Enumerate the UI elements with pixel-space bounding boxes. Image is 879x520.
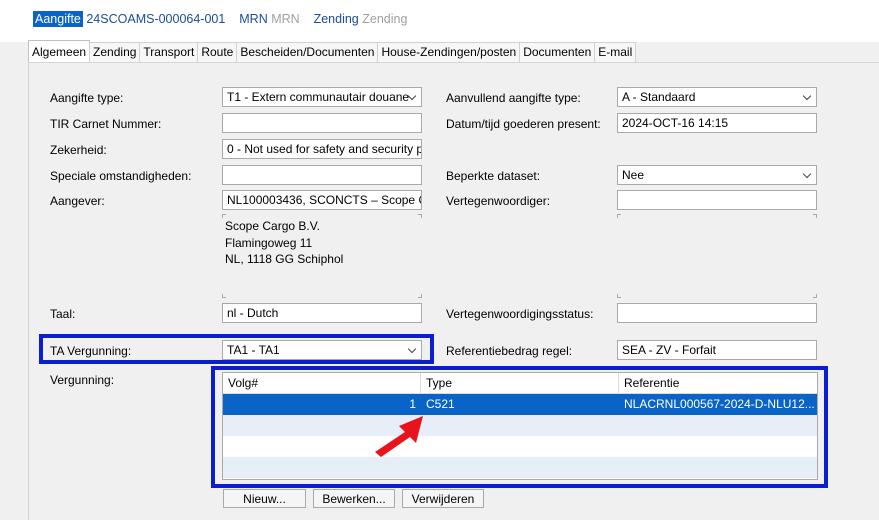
beperkte-select[interactable]: Nee xyxy=(617,165,817,185)
red-arrow-icon xyxy=(375,416,423,457)
address-corner-br xyxy=(418,294,422,298)
address-line: NL, 1118 GG Schiphol xyxy=(225,252,344,266)
datum-label: Datum/tijd goederen present: xyxy=(446,117,601,131)
rep-corner-tr xyxy=(813,214,817,218)
tab-algemeen[interactable]: Algemeen xyxy=(28,40,91,62)
column-referentie[interactable]: Referentie xyxy=(619,373,817,393)
aangever-address: Scope Cargo B.V. Flamingoweg 11 NL, 1118… xyxy=(225,218,343,268)
vstatus-input[interactable] xyxy=(617,303,817,323)
zekerheid-input[interactable]: 0 - Not used for safety and security pur… xyxy=(222,139,422,159)
aangever-label: Aangever: xyxy=(50,194,105,208)
tab-transport[interactable]: Transport xyxy=(139,42,199,62)
address-line: Scope Cargo B.V. xyxy=(225,219,320,233)
empty-row xyxy=(223,415,817,436)
column-volg[interactable]: Volg# xyxy=(223,373,421,393)
table-row[interactable]: 1 C521 NLACRNL000567-2024-D-NLU12... xyxy=(223,394,817,415)
empty-row xyxy=(223,436,817,457)
aangifte-type-label: Aangifte type: xyxy=(50,91,124,105)
taal-label: Taal: xyxy=(50,307,76,321)
tab-house-zendingen[interactable]: House-Zendingen/posten xyxy=(377,42,521,62)
rep-corner-br xyxy=(813,294,817,298)
beperkte-label: Beperkte dataset: xyxy=(446,169,541,183)
speciale-input[interactable] xyxy=(222,165,422,185)
address-corner-bl xyxy=(222,294,226,298)
breadcrumb: Aangifte 24SCOAMS-000064-001 MRN MRN Zen… xyxy=(33,11,408,27)
rep-corner-tl xyxy=(617,214,621,218)
ta-vergunning-label: TA Vergunning: xyxy=(50,344,132,358)
zekerheid-label: Zekerheid: xyxy=(50,143,107,157)
cell-volg: 1 xyxy=(409,397,416,411)
tab-email[interactable]: E-mail xyxy=(594,42,637,62)
tab-documenten[interactable]: Documenten xyxy=(519,42,596,62)
aanvullend-label: Aanvullend aangifte type: xyxy=(446,91,581,105)
grid-header: Volg# Type Referentie xyxy=(223,373,817,394)
vstatus-label: Vertegenwoordigingsstatus: xyxy=(446,307,594,321)
empty-row xyxy=(223,457,817,478)
address-line: Flamingoweg 11 xyxy=(225,235,313,250)
tir-label: TIR Carnet Nummer: xyxy=(50,117,162,131)
address-corner-tr xyxy=(418,214,422,218)
ta-vergunning-select[interactable]: TA1 - TA1 xyxy=(222,340,422,360)
vertegenwoordiger-label: Vertegenwoordiger: xyxy=(446,194,551,208)
tab-zending[interactable]: Zending xyxy=(89,42,141,62)
aangever-input[interactable]: NL100003436, SCONCTS – Scope Cargo B.V. xyxy=(222,190,422,210)
nieuw-button[interactable]: Nieuw... xyxy=(223,489,306,508)
cell-type: C521 xyxy=(426,397,455,411)
vergunning-label: Vergunning: xyxy=(50,373,115,387)
aangifte-label[interactable]: Aangifte xyxy=(33,11,83,27)
aangifte-type-select[interactable]: T1 - Extern communautair douane xyxy=(222,87,422,107)
vergunning-grid: Volg# Type Referentie 1 C521 NLACRNL0005… xyxy=(222,372,818,480)
zending-label: Zending xyxy=(313,12,359,26)
referentie-label: Referentiebedrag regel: xyxy=(446,344,573,358)
zending-value: Zending xyxy=(362,12,408,26)
tab-route[interactable]: Route xyxy=(197,42,238,62)
tab-strip: Algemeen Zending Transport Route Beschei… xyxy=(28,40,637,62)
tir-input[interactable] xyxy=(222,113,422,133)
taal-input[interactable]: nl - Dutch xyxy=(222,303,422,323)
mrn-value: MRN xyxy=(271,12,300,26)
speciale-label: Speciale omstandigheden: xyxy=(50,169,192,183)
bewerken-button[interactable]: Bewerken... xyxy=(313,489,395,508)
referentie-input[interactable]: SEA - ZV - Forfait xyxy=(617,340,817,360)
column-type[interactable]: Type xyxy=(421,373,619,393)
datum-input[interactable]: 2024-OCT-16 14:15 xyxy=(617,113,817,133)
aanvullend-select[interactable]: A - Standaard xyxy=(617,87,817,107)
title-bar: Aangifte 24SCOAMS-000064-001 MRN MRN Zen… xyxy=(0,0,879,42)
vertegenwoordiger-input[interactable] xyxy=(617,190,817,210)
mrn-label: MRN xyxy=(239,12,268,26)
tab-bescheiden-documenten[interactable]: Bescheiden/Documenten xyxy=(236,42,379,62)
verwijderen-button[interactable]: Verwijderen xyxy=(402,489,484,508)
cell-referentie: NLACRNL000567-2024-D-NLU12... xyxy=(624,397,815,411)
rep-corner-bl xyxy=(617,294,621,298)
aangifte-number: 24SCOAMS-000064-001 xyxy=(86,12,226,26)
